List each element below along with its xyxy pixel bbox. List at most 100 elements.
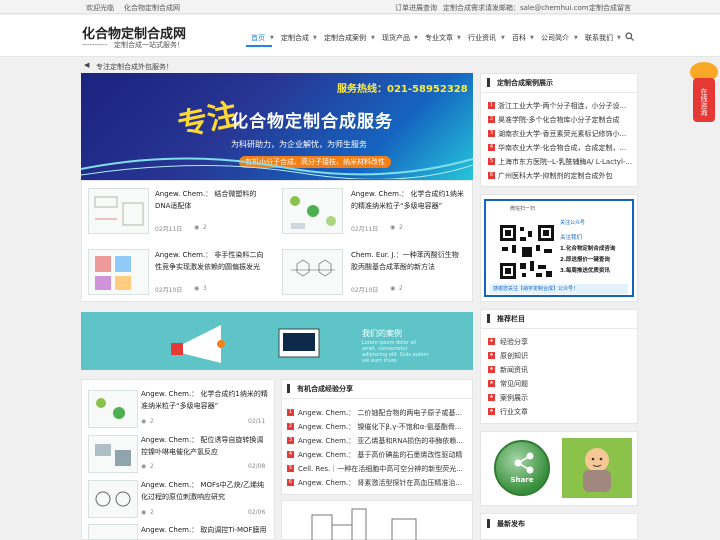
list-item[interactable]: Angew. Chem.： 肾素激活型探针在高血压精准治... <box>298 478 463 488</box>
list-item[interactable]: Angew. Chem.： 亚乙烯基和RNA损伤的非酶依赖... <box>298 436 463 446</box>
rank-badge: 5 <box>287 465 294 472</box>
nav-articles[interactable]: 专业文章 <box>425 33 453 43</box>
post-views: 2 <box>150 463 154 470</box>
promo-subtext: Lorem ipsum dolor sit amet, consectetur … <box>362 340 429 364</box>
post-title[interactable]: Angew. Chem.： 化学合成约1纳米的精准纳米粒子“多级电容器” <box>141 388 269 412</box>
message-link[interactable]: 定制合成留言 <box>589 3 631 13</box>
nav-about[interactable]: 公司简介 <box>541 33 569 43</box>
chevron-down-icon: ▼ <box>530 35 534 41</box>
chevron-down-icon: ▼ <box>313 35 317 41</box>
post-views: 2 <box>203 224 207 231</box>
nav-news[interactable]: 行业资讯 <box>468 33 496 43</box>
recommend-item[interactable]: 行业文章 <box>500 407 528 417</box>
list-item[interactable]: Angew. Chem.： 镍催化下β,γ-不饱和α-氨基酯骨... <box>298 422 463 432</box>
post-thumbnail[interactable] <box>88 249 149 295</box>
rank-badge: 4 <box>488 144 495 151</box>
share-button[interactable]: Share <box>494 440 550 496</box>
rank-badge: 3 <box>488 130 495 137</box>
post-title[interactable]: Chem. Eur. J.：一种苯丙酸衍生物胶丙酸基合成苯酚的新方法 <box>351 249 465 273</box>
wechat-follow-small: 关注公众号 <box>560 220 586 226</box>
star-icon: ★ <box>488 380 495 387</box>
rank-badge: 6 <box>488 172 495 179</box>
post-thumbnail[interactable] <box>88 480 138 518</box>
post-thumbnail[interactable] <box>88 435 138 473</box>
star-icon: ★ <box>488 394 495 401</box>
post-thumbnail[interactable] <box>282 249 343 295</box>
site-slogan: ---------- 定制合成一站式服务！ <box>82 40 184 50</box>
views-icon: ◉ <box>141 509 147 516</box>
list-item[interactable]: 上海市东方医院--L-乳酰辅酶A/ L-Lactyl-... <box>498 157 632 167</box>
nav-home[interactable]: 首页 <box>251 33 265 43</box>
list-item[interactable]: 广州医科大学-抑制剂的定制合成外包 <box>498 171 632 181</box>
list-item[interactable]: 华南农业大学-化合物合成，合成定制，... <box>498 143 632 153</box>
site-link[interactable]: 化合物定制合成网 <box>124 3 180 13</box>
nav-products[interactable]: 现货产品 <box>382 33 410 43</box>
post-title[interactable]: Angew. Chem.： MOFs中乙炔/乙烯纯化过程的原位刺激响应研究 <box>141 479 269 503</box>
list-item[interactable]: Angew. Chem.： 二价铀配合物的两电子原子或基... <box>298 408 463 418</box>
cases-promo-banner[interactable]: 我们的案例 Lorem ipsum dolor sit amet, consec… <box>81 312 473 370</box>
rank-badge: 3 <box>287 437 294 444</box>
list-item[interactable]: Cell. Res.｜一种在活细胞中高可空分辨的新型荧光... <box>298 464 463 474</box>
rank-badge: 2 <box>287 423 294 430</box>
post-date: 02月10日 <box>351 287 379 294</box>
recommend-item[interactable]: 案例展示 <box>500 393 528 403</box>
wechat-follow-title: 关注我们 <box>560 235 583 241</box>
nav-custom[interactable]: 定制合成 <box>281 33 309 43</box>
post-title[interactable]: Angew. Chem.： 非手性染料二向性竞争实现激发依赖的圆偏振发光 <box>155 249 267 273</box>
top-bar: 欢迎光临 化合物定制合成网 订单进展查询 定制合成需求请发邮箱：sale@che… <box>0 0 720 14</box>
star-icon: ★ <box>488 366 495 373</box>
post-thumbnail[interactable] <box>88 188 149 234</box>
post-title[interactable]: Angew. Chem.： 取向调控Ti-MOF膜用 <box>141 524 269 536</box>
post-title[interactable]: Angew. Chem.： 化学合成约1纳米的精准纳米粒子“多级电容器” <box>351 188 465 212</box>
views-icon: ◉ <box>194 285 200 292</box>
recommend-item[interactable]: 原创知识 <box>500 351 528 361</box>
chevron-down-icon: ▼ <box>501 35 505 41</box>
section-bar <box>487 519 490 528</box>
post-date: 02/08 <box>248 463 266 470</box>
float-consult-label: 在线咨询 <box>693 78 715 122</box>
post-date: 02月10日 <box>155 287 183 294</box>
chevron-down-icon: ▼ <box>414 35 418 41</box>
post-title[interactable]: Angew. Chem.： 配位诱导自旋转换调控镍卟啉电催化产氢反应 <box>141 434 269 458</box>
section-bar <box>487 78 490 87</box>
post-thumbnail[interactable] <box>282 188 343 234</box>
list-item[interactable]: 浙江工业大学-两个分子相连，小分子设... <box>498 101 632 111</box>
recommend-item[interactable]: 经验分享 <box>500 337 528 347</box>
search-icon[interactable] <box>625 32 634 41</box>
rank-badge: 1 <box>488 102 495 109</box>
nav-wiki[interactable]: 百科 <box>512 33 526 43</box>
banner-wave-decoration <box>81 157 473 179</box>
list-item[interactable]: 湖南农业大学-香豆素荧光素标记修饰小... <box>498 129 632 139</box>
views-icon: ◉ <box>194 224 200 231</box>
recommend-item[interactable]: 常见问题 <box>500 379 528 389</box>
hero-banner[interactable]: 服务热线：021-58952328 专注 化合物定制合成服务 为科研助力，为企业… <box>81 73 473 180</box>
online-consult-float[interactable]: 在线咨询 <box>688 62 720 128</box>
order-track-link[interactable]: 订单进展查询 <box>395 3 437 13</box>
post-title[interactable]: Angew. Chem.： 结合微塑料的DNA适配体 <box>155 188 265 212</box>
nav-contact[interactable]: 联系我们 <box>585 33 613 43</box>
notice-text: 专注定制合成外包服务！ <box>96 63 173 71</box>
post-views: 2 <box>399 224 403 231</box>
recommend-item[interactable]: 新闻资讯 <box>500 365 528 375</box>
views-icon: ◉ <box>141 463 147 470</box>
list-item[interactable]: 昊准学院-多个化合物库小分子定制合成 <box>498 115 632 125</box>
chevron-down-icon: ▼ <box>371 35 375 41</box>
star-icon: ★ <box>488 408 495 415</box>
post-views: 2 <box>150 418 154 425</box>
recommend-title: 推荐栏目 <box>497 315 525 323</box>
rank-badge: 1 <box>287 409 294 416</box>
post-views: 3 <box>203 285 207 292</box>
wechat-line2: 2.即送报价一键查询 <box>560 257 610 263</box>
chevron-down-icon: ▼ <box>617 35 621 41</box>
mascot-image <box>562 438 632 498</box>
post-thumbnail[interactable] <box>88 524 138 540</box>
speaker-icon: ◀ <box>84 61 90 69</box>
welcome-text: 欢迎光临 <box>86 4 114 12</box>
chevron-down-icon: ▼ <box>270 35 274 41</box>
post-thumbnail[interactable] <box>88 390 138 428</box>
nav-cases[interactable]: 定制合成案例 <box>324 33 366 43</box>
cases-title: 定制合成案例展示 <box>497 79 553 87</box>
apparatus-diagram <box>311 508 417 540</box>
diagram-card[interactable] <box>281 500 473 540</box>
list-item[interactable]: Angew. Chem.： 基于高价碘盐的石墨烯改性驱动精... <box>298 450 463 460</box>
